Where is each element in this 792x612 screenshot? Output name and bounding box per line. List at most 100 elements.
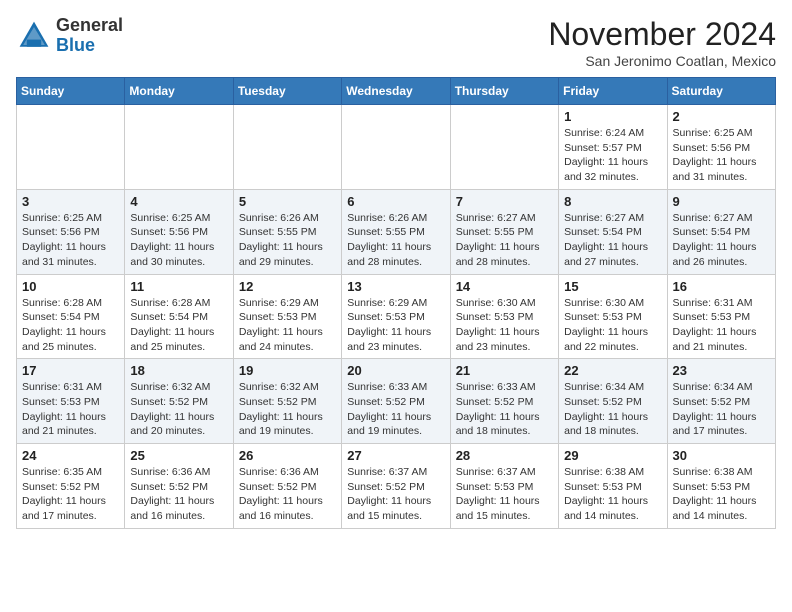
calendar-day-cell: 16 Sunrise: 6:31 AM Sunset: 5:53 PM Dayli… — [667, 274, 775, 359]
calendar-day-cell: 26 Sunrise: 6:36 AM Sunset: 5:52 PM Dayli… — [233, 444, 341, 529]
calendar-day-cell: 23Sunrise: 6:34 AM Sunset: 5:52 PM Dayli… — [667, 359, 775, 444]
day-info: Sunrise: 6:30 AM Sunset: 5:53 PM Dayligh… — [456, 296, 553, 355]
day-info: Sunrise: 6:28 AM Sunset: 5:54 PM Dayligh… — [130, 296, 227, 355]
calendar-empty-cell — [450, 105, 558, 190]
day-number: 14 — [456, 279, 553, 294]
calendar-week-row: 24Sunrise: 6:35 AM Sunset: 5:52 PM Dayli… — [17, 444, 776, 529]
calendar-day-cell: 12 Sunrise: 6:29 AM Sunset: 5:53 PM Dayli… — [233, 274, 341, 359]
day-info: Sunrise: 6:29 AM Sunset: 5:53 PM Dayligh… — [239, 296, 336, 355]
day-info: Sunrise: 6:28 AM Sunset: 5:54 PM Dayligh… — [22, 296, 119, 355]
day-info: Sunrise: 6:32 AM Sunset: 5:52 PM Dayligh… — [239, 380, 336, 439]
day-number: 20 — [347, 363, 444, 378]
day-number: 19 — [239, 363, 336, 378]
day-number: 28 — [456, 448, 553, 463]
day-number: 10 — [22, 279, 119, 294]
day-number: 26 — [239, 448, 336, 463]
day-info: Sunrise: 6:36 AM Sunset: 5:52 PM Dayligh… — [239, 465, 336, 524]
day-number: 7 — [456, 194, 553, 209]
day-info: Sunrise: 6:27 AM Sunset: 5:55 PM Dayligh… — [456, 211, 553, 270]
day-number: 17 — [22, 363, 119, 378]
day-info: Sunrise: 6:34 AM Sunset: 5:52 PM Dayligh… — [564, 380, 661, 439]
day-info: Sunrise: 6:29 AM Sunset: 5:53 PM Dayligh… — [347, 296, 444, 355]
calendar-day-cell: 27 Sunrise: 6:37 AM Sunset: 5:52 PM Dayli… — [342, 444, 450, 529]
day-number: 18 — [130, 363, 227, 378]
title-block: November 2024 San Jeronimo Coatlan, Mexi… — [548, 16, 776, 69]
day-info: Sunrise: 6:33 AM Sunset: 5:52 PM Dayligh… — [456, 380, 553, 439]
day-info: Sunrise: 6:24 AM Sunset: 5:57 PM Dayligh… — [564, 126, 661, 185]
calendar-day-cell: 1Sunrise: 6:24 AM Sunset: 5:57 PM Daylig… — [559, 105, 667, 190]
day-info: Sunrise: 6:25 AM Sunset: 5:56 PM Dayligh… — [22, 211, 119, 270]
day-number: 21 — [456, 363, 553, 378]
weekday-header-thursday: Thursday — [450, 78, 558, 105]
day-number: 12 — [239, 279, 336, 294]
calendar-day-cell: 2Sunrise: 6:25 AM Sunset: 5:56 PM Daylig… — [667, 105, 775, 190]
day-number: 8 — [564, 194, 661, 209]
location-subtitle: San Jeronimo Coatlan, Mexico — [548, 53, 776, 69]
day-number: 15 — [564, 279, 661, 294]
day-info: Sunrise: 6:26 AM Sunset: 5:55 PM Dayligh… — [239, 211, 336, 270]
calendar-empty-cell — [125, 105, 233, 190]
logo-blue-text: Blue — [56, 35, 95, 55]
calendar-day-cell: 11 Sunrise: 6:28 AM Sunset: 5:54 PM Dayli… — [125, 274, 233, 359]
calendar-day-cell: 14 Sunrise: 6:30 AM Sunset: 5:53 PM Dayli… — [450, 274, 558, 359]
calendar-week-row: 1Sunrise: 6:24 AM Sunset: 5:57 PM Daylig… — [17, 105, 776, 190]
calendar-day-cell: 28Sunrise: 6:37 AM Sunset: 5:53 PM Dayli… — [450, 444, 558, 529]
calendar-day-cell: 20 Sunrise: 6:33 AM Sunset: 5:52 PM Dayli… — [342, 359, 450, 444]
weekday-header-row: SundayMondayTuesdayWednesdayThursdayFrid… — [17, 78, 776, 105]
day-number: 16 — [673, 279, 770, 294]
calendar-empty-cell — [342, 105, 450, 190]
day-number: 30 — [673, 448, 770, 463]
weekday-header-friday: Friday — [559, 78, 667, 105]
weekday-header-tuesday: Tuesday — [233, 78, 341, 105]
calendar-day-cell: 6 Sunrise: 6:26 AM Sunset: 5:55 PM Daylig… — [342, 189, 450, 274]
calendar-day-cell: 9 Sunrise: 6:27 AM Sunset: 5:54 PM Daylig… — [667, 189, 775, 274]
day-number: 22 — [564, 363, 661, 378]
weekday-header-saturday: Saturday — [667, 78, 775, 105]
calendar-day-cell: 17 Sunrise: 6:31 AM Sunset: 5:53 PM Dayli… — [17, 359, 125, 444]
day-info: Sunrise: 6:27 AM Sunset: 5:54 PM Dayligh… — [673, 211, 770, 270]
day-info: Sunrise: 6:36 AM Sunset: 5:52 PM Dayligh… — [130, 465, 227, 524]
logo: General Blue — [16, 16, 123, 56]
day-info: Sunrise: 6:31 AM Sunset: 5:53 PM Dayligh… — [673, 296, 770, 355]
calendar-day-cell: 22 Sunrise: 6:34 AM Sunset: 5:52 PM Dayli… — [559, 359, 667, 444]
day-number: 25 — [130, 448, 227, 463]
calendar-empty-cell — [17, 105, 125, 190]
calendar-day-cell: 8 Sunrise: 6:27 AM Sunset: 5:54 PM Daylig… — [559, 189, 667, 274]
calendar-week-row: 3 Sunrise: 6:25 AM Sunset: 5:56 PM Daylig… — [17, 189, 776, 274]
page-header: General Blue November 2024 San Jeronimo … — [16, 16, 776, 69]
day-number: 4 — [130, 194, 227, 209]
calendar-day-cell: 18 Sunrise: 6:32 AM Sunset: 5:52 PM Dayli… — [125, 359, 233, 444]
day-number: 5 — [239, 194, 336, 209]
calendar-week-row: 10 Sunrise: 6:28 AM Sunset: 5:54 PM Dayli… — [17, 274, 776, 359]
calendar-day-cell: 3 Sunrise: 6:25 AM Sunset: 5:56 PM Daylig… — [17, 189, 125, 274]
day-info: Sunrise: 6:30 AM Sunset: 5:53 PM Dayligh… — [564, 296, 661, 355]
day-number: 3 — [22, 194, 119, 209]
day-number: 11 — [130, 279, 227, 294]
weekday-header-sunday: Sunday — [17, 78, 125, 105]
day-info: Sunrise: 6:33 AM Sunset: 5:52 PM Dayligh… — [347, 380, 444, 439]
day-number: 27 — [347, 448, 444, 463]
logo-general-text: General — [56, 15, 123, 35]
day-number: 9 — [673, 194, 770, 209]
day-info: Sunrise: 6:32 AM Sunset: 5:52 PM Dayligh… — [130, 380, 227, 439]
calendar-week-row: 17 Sunrise: 6:31 AM Sunset: 5:53 PM Dayli… — [17, 359, 776, 444]
calendar-day-cell: 15 Sunrise: 6:30 AM Sunset: 5:53 PM Dayli… — [559, 274, 667, 359]
day-info: Sunrise: 6:27 AM Sunset: 5:54 PM Dayligh… — [564, 211, 661, 270]
day-number: 24 — [22, 448, 119, 463]
day-info: Sunrise: 6:31 AM Sunset: 5:53 PM Dayligh… — [22, 380, 119, 439]
calendar-day-cell: 7 Sunrise: 6:27 AM Sunset: 5:55 PM Daylig… — [450, 189, 558, 274]
calendar-day-cell: 19 Sunrise: 6:32 AM Sunset: 5:52 PM Dayli… — [233, 359, 341, 444]
calendar-empty-cell — [233, 105, 341, 190]
day-info: Sunrise: 6:26 AM Sunset: 5:55 PM Dayligh… — [347, 211, 444, 270]
day-number: 29 — [564, 448, 661, 463]
weekday-header-wednesday: Wednesday — [342, 78, 450, 105]
month-year-title: November 2024 — [548, 16, 776, 53]
calendar-day-cell: 10 Sunrise: 6:28 AM Sunset: 5:54 PM Dayli… — [17, 274, 125, 359]
day-info: Sunrise: 6:37 AM Sunset: 5:52 PM Dayligh… — [347, 465, 444, 524]
calendar-day-cell: 30Sunrise: 6:38 AM Sunset: 5:53 PM Dayli… — [667, 444, 775, 529]
day-number: 23 — [673, 363, 770, 378]
day-info: Sunrise: 6:25 AM Sunset: 5:56 PM Dayligh… — [673, 126, 770, 185]
calendar-day-cell: 13 Sunrise: 6:29 AM Sunset: 5:53 PM Dayli… — [342, 274, 450, 359]
day-number: 6 — [347, 194, 444, 209]
day-number: 13 — [347, 279, 444, 294]
